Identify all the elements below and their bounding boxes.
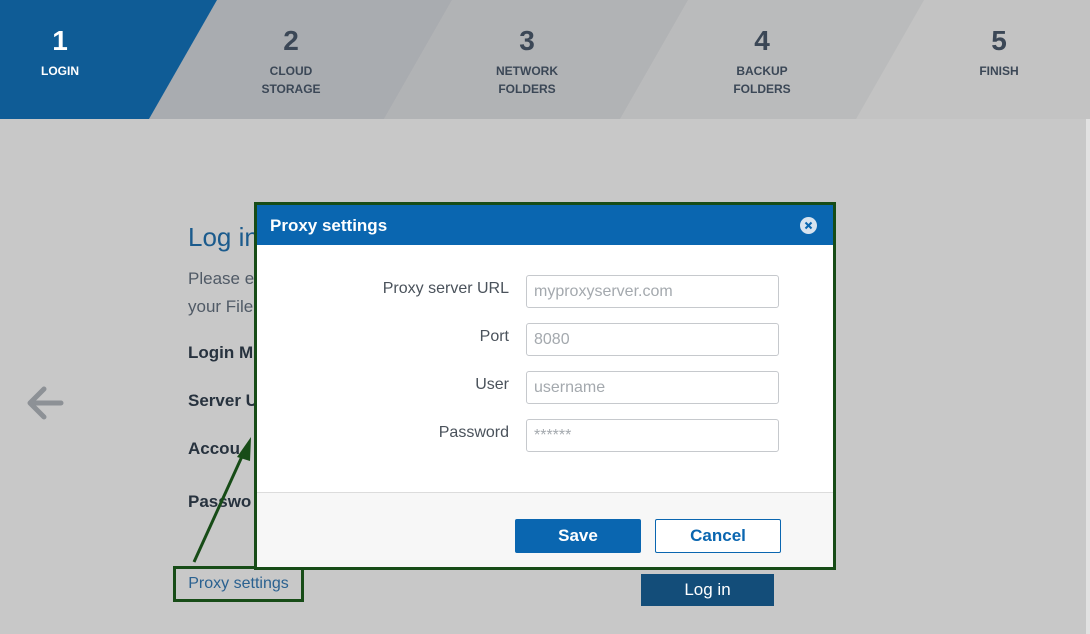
cancel-button[interactable]: Cancel: [655, 519, 781, 553]
step-label: LOGIN: [41, 64, 79, 78]
login-title: Log in: [188, 222, 259, 252]
login-description-line: Please e: [188, 269, 255, 288]
login-method-label: Login M: [188, 343, 254, 362]
dialog-title: Proxy settings: [270, 216, 388, 235]
port-input[interactable]: [526, 323, 779, 356]
password-input[interactable]: [526, 419, 779, 452]
port-label: Port: [479, 328, 509, 345]
proxy-settings-link[interactable]: Proxy settings: [173, 566, 304, 602]
account-label: Accou: [188, 439, 240, 458]
window-edge: [1086, 119, 1090, 634]
step-number: 2: [283, 25, 299, 56]
user-input[interactable]: [526, 371, 779, 404]
step-login: 1 LOGIN: [0, 0, 160, 119]
login-description-line: your File: [188, 297, 254, 316]
password-field-label: Password: [438, 424, 509, 441]
dialog-header: Proxy settings: [257, 205, 833, 245]
step-label: FINISH: [979, 64, 1019, 78]
proxy-url-label: Proxy server URL: [382, 280, 509, 297]
password-label: Passwo: [188, 492, 252, 511]
proxy-url-input[interactable]: [526, 275, 779, 308]
step-number: 1: [52, 25, 68, 56]
step-number: 4: [754, 25, 770, 56]
step-number: 5: [991, 25, 1007, 56]
step-network-folders: 3 NETWORK FOLDERS: [427, 0, 627, 119]
step-number: 3: [519, 25, 535, 56]
user-label: User: [475, 376, 509, 393]
step-label: NETWORK FOLDERS: [496, 64, 558, 96]
step-finish: 5 FINISH: [899, 0, 1090, 119]
wizard-stepper: 1 LOGIN 2 CLOUD STORAGE 3 NETWORK FOLDER…: [0, 0, 1090, 119]
step-backup-folders: 4 BACKUP FOLDERS: [662, 0, 862, 119]
login-button[interactable]: Log in: [641, 574, 774, 606]
step-cloud-storage: 2 CLOUD STORAGE: [191, 0, 391, 119]
close-icon[interactable]: [800, 217, 817, 234]
login-description: Please e your File: [188, 265, 254, 321]
step-label: CLOUD STORAGE: [261, 64, 321, 96]
back-arrow-icon[interactable]: [26, 386, 64, 420]
save-button[interactable]: Save: [515, 519, 641, 553]
step-label: BACKUP FOLDERS: [733, 64, 791, 96]
proxy-settings-dialog: Proxy settings Proxy server URL Port Use…: [254, 202, 836, 570]
server-url-label: Server U: [188, 391, 258, 410]
